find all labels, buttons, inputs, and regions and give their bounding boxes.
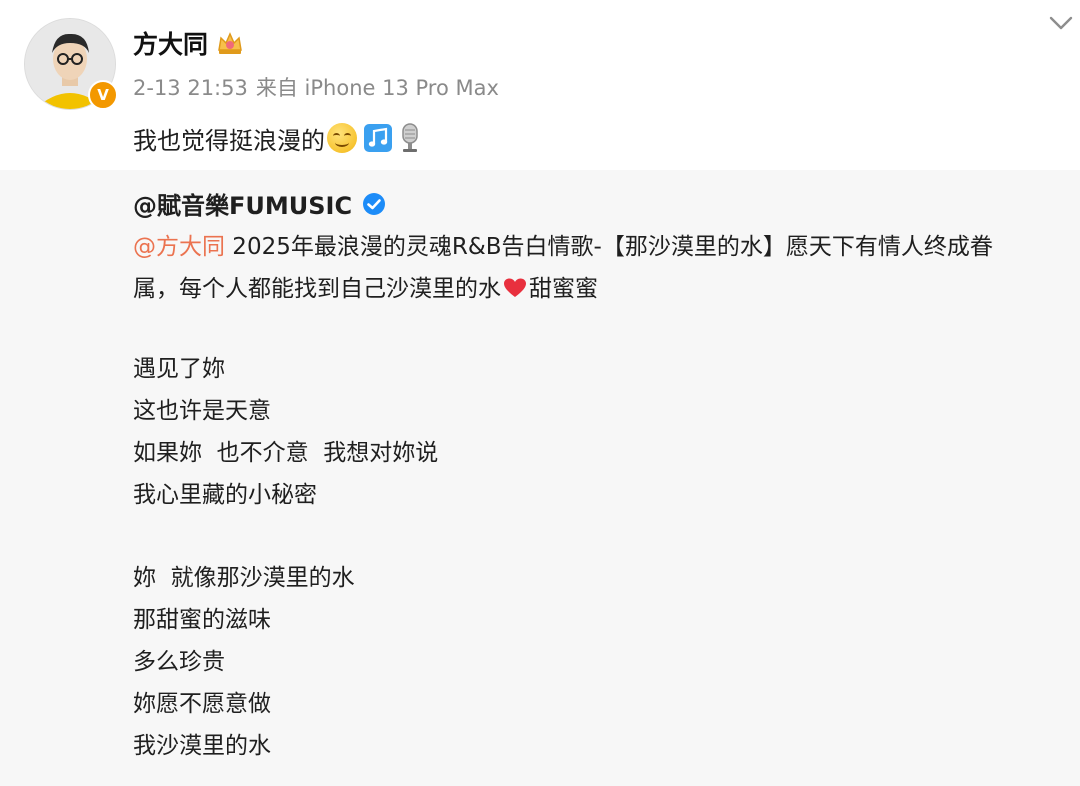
source-prefix: 来自	[255, 76, 298, 100]
repost-author-name[interactable]: @賦音樂FUMUSIC	[133, 186, 352, 221]
lyric-line: 妳 就像那沙漠里的水	[133, 565, 355, 591]
repost-body: @方大同 2025年最浪漫的灵魂R&B告白情歌-【那沙漠里的水】愿天下有情人终成…	[133, 226, 1053, 310]
chevron-down-icon[interactable]	[1046, 12, 1076, 34]
orange-verified-icon: V	[88, 80, 118, 110]
post-text-content: 我也觉得挺浪漫的	[133, 126, 325, 155]
repost-line-2-text-b: 甜蜜蜜	[529, 276, 598, 302]
heart-icon	[504, 278, 526, 297]
post-timestamp[interactable]: 2-13 21:53	[133, 76, 248, 100]
lyric-line: 妳愿不愿意做	[133, 691, 271, 717]
microphone-icon	[402, 123, 418, 152]
post-meta: 2-13 21:53 来自 iPhone 13 Pro Max	[133, 72, 499, 102]
smile-emoji-icon	[327, 123, 357, 153]
lyric-line: 多么珍贵	[133, 649, 225, 675]
vip-crown-icon	[218, 32, 242, 54]
post-header: V 方大同 2-13 21:53 来自 iPhone 13 Pro Max 我也觉…	[0, 0, 1080, 170]
author-avatar[interactable]: V	[24, 18, 118, 110]
source-device: iPhone 13 Pro Max	[304, 76, 499, 100]
lyric-line: 我心里藏的小秘密	[133, 482, 317, 508]
music-note-icon	[364, 124, 392, 152]
lyrics-stanza-1: 遇见了妳 这也许是天意 如果妳 也不介意 我想对妳说 我心里藏的小秘密	[133, 348, 438, 516]
blue-verified-icon	[363, 192, 386, 215]
lyric-line: 那甜蜜的滋味	[133, 607, 271, 633]
lyric-line: 如果妳 也不介意 我想对妳说	[133, 440, 439, 466]
repost-line-1: @方大同 2025年最浪漫的灵魂R&B告白情歌-【那沙漠里的水】愿天下有情人终成…	[133, 226, 1053, 268]
repost-line-2: 属，每个人都能找到自己沙漠里的水 甜蜜蜜	[133, 268, 1053, 310]
repost-author: @賦音樂FUMUSIC	[133, 186, 386, 221]
repost-line-1-text: 2025年最浪漫的灵魂R&B告白情歌-【那沙漠里的水】愿天下有情人终成眷	[225, 234, 993, 260]
mention-link[interactable]: @方大同	[133, 234, 225, 260]
post-text: 我也觉得挺浪漫的	[133, 120, 423, 156]
lyric-line: 这也许是天意	[133, 398, 271, 424]
lyrics-stanza-2: 妳 就像那沙漠里的水 那甜蜜的滋味 多么珍贵 妳愿不愿意做 我沙漠里的水	[133, 557, 355, 767]
lyric-line: 遇见了妳	[133, 356, 225, 382]
author-name[interactable]: 方大同	[133, 25, 208, 61]
repost-line-2-text-a: 属，每个人都能找到自己沙漠里的水	[133, 276, 501, 302]
lyric-line: 我沙漠里的水	[133, 733, 271, 759]
